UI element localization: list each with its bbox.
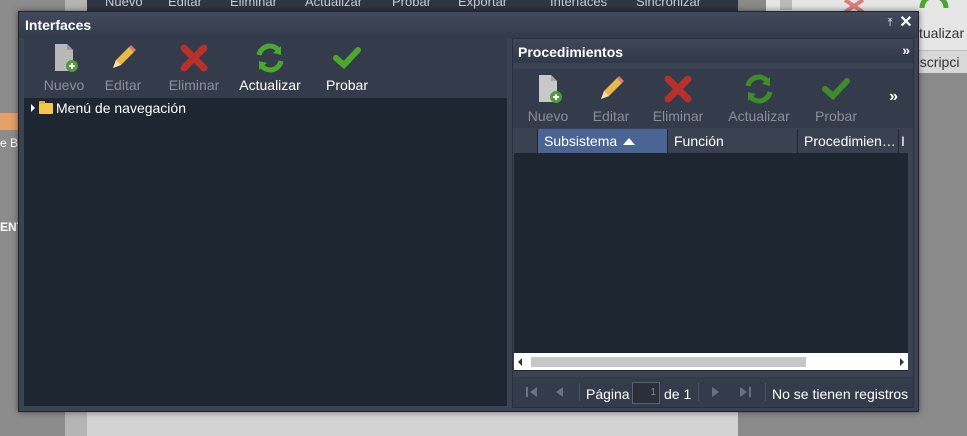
pager-separator — [765, 383, 766, 401]
new-button[interactable]: Nuevo — [513, 69, 583, 129]
delete-button-label: Eliminar — [168, 77, 220, 93]
background-toolbar-item[interactable]: Exportar — [458, 0, 507, 9]
more-tools-icon[interactable]: » — [889, 88, 898, 106]
procedures-grid: Subsistema Función Procedimien… I — [514, 129, 908, 371]
background-toolbar-item[interactable]: Editar — [168, 0, 202, 9]
first-page-icon[interactable] — [525, 385, 539, 399]
refresh-icon — [745, 74, 773, 104]
refresh-button-label: Actualizar — [239, 77, 301, 93]
previous-page-icon[interactable] — [553, 385, 567, 399]
delete-button[interactable]: Eliminar — [643, 69, 713, 129]
background-toolbar-item[interactable]: Nuevo — [105, 0, 143, 9]
delete-x-icon — [664, 75, 692, 103]
scroll-right-icon[interactable] — [900, 358, 904, 366]
test-button-label: Probar — [814, 108, 858, 124]
expand-arrow-icon[interactable] — [31, 104, 35, 112]
horizontal-scrollbar[interactable] — [514, 353, 908, 370]
background-toolbar-item[interactable]: Interfaces — [550, 0, 607, 9]
refresh-button-label: Actualizar — [728, 108, 790, 124]
edit-button-label: Editar — [592, 108, 630, 124]
procedures-toolbar: Nuevo Editar Eliminar Actualizar Probar … — [513, 69, 913, 128]
interfaces-panel: Nuevo Editar Eliminar Actualizar Probar … — [24, 38, 507, 406]
column-label: Procedimien… — [804, 133, 896, 149]
pencil-icon — [601, 76, 624, 99]
test-button[interactable]: Probar — [312, 38, 382, 98]
refresh-button[interactable]: Actualizar — [724, 69, 794, 129]
test-button-label: Probar — [325, 77, 369, 93]
page-count-label: de 1 — [664, 386, 692, 402]
window-title: Interfaces — [25, 17, 92, 33]
collapse-icon[interactable]: » — [902, 42, 910, 58]
sort-ascending-icon — [623, 138, 636, 145]
delete-x-icon — [180, 44, 208, 72]
edit-button-label: Editar — [104, 77, 142, 93]
navigation-tree: Menú de navegación — [24, 98, 507, 406]
refresh-icon — [919, 0, 949, 9]
pager-status: No se tienen registros — [772, 386, 909, 402]
new-document-icon — [55, 44, 78, 72]
pagination-bar: Página 1 de 1 No se tienen registros — [513, 377, 913, 407]
page-number-input[interactable]: 1 — [632, 382, 660, 404]
column-label: Subsistema — [544, 133, 618, 149]
new-document-icon — [539, 75, 562, 103]
column-header-function[interactable]: Función — [668, 129, 798, 153]
folder-icon — [39, 101, 53, 114]
delete-button[interactable]: Eliminar — [159, 38, 229, 98]
delete-button-label: Eliminar — [652, 108, 704, 124]
column-label: Función — [674, 133, 724, 149]
column-header-partial[interactable]: I — [899, 129, 908, 153]
test-button[interactable]: Probar — [801, 69, 871, 129]
new-button-label: Nuevo — [527, 108, 569, 124]
edit-button[interactable]: Editar — [576, 69, 646, 129]
background-toolbar-label[interactable]: ctualizar — [912, 25, 964, 41]
pager-separator — [698, 383, 699, 401]
window-titlebar[interactable]: Interfaces ⤒ ✕ — [19, 12, 918, 38]
refresh-icon — [256, 43, 284, 73]
procedures-title: Procedimientos — [518, 44, 624, 60]
background-toolbar-item[interactable]: Sincronizar — [636, 0, 701, 9]
row-selector-header[interactable] — [514, 129, 538, 153]
pager-separator — [579, 383, 580, 401]
page-label: Página — [586, 386, 630, 402]
background-selected-marker — [0, 113, 18, 130]
background-toolbar-item[interactable]: Probar — [392, 0, 431, 9]
interfaces-toolbar: Nuevo Editar Eliminar Actualizar Probar — [24, 38, 507, 98]
pencil-icon — [113, 45, 136, 68]
edit-button[interactable]: Editar — [88, 38, 158, 98]
scroll-left-icon[interactable] — [518, 358, 522, 366]
grid-header: Subsistema Función Procedimien… I — [514, 129, 908, 154]
tree-node-label: Menú de navegación — [56, 100, 186, 116]
procedures-panel: Procedimientos » Nuevo Editar Eliminar A… — [512, 38, 914, 408]
scrollbar-thumb[interactable] — [531, 357, 806, 367]
refresh-button[interactable]: Actualizar — [235, 38, 305, 98]
last-page-icon[interactable] — [738, 385, 752, 399]
interfaces-window: Interfaces ⤒ ✕ Nuevo Editar Eliminar Act… — [18, 11, 919, 412]
pin-icon[interactable]: ⤒ — [884, 17, 896, 30]
background-toolbar-item[interactable]: Actualizar — [305, 0, 362, 9]
checkmark-icon — [822, 78, 850, 101]
tree-node-root[interactable]: Menú de navegación — [31, 100, 186, 116]
checkmark-icon — [333, 47, 361, 70]
column-header-subsystem[interactable]: Subsistema — [538, 129, 668, 153]
close-icon[interactable]: ✕ — [899, 15, 913, 31]
background-column-header[interactable]: escripci — [912, 54, 959, 70]
next-page-icon[interactable] — [708, 385, 722, 399]
background-toolbar-item[interactable]: Eliminar — [230, 0, 277, 9]
procedures-titlebar: Procedimientos » — [513, 39, 913, 63]
column-header-procedure[interactable]: Procedimien… — [798, 129, 899, 153]
column-label: I — [901, 133, 905, 149]
